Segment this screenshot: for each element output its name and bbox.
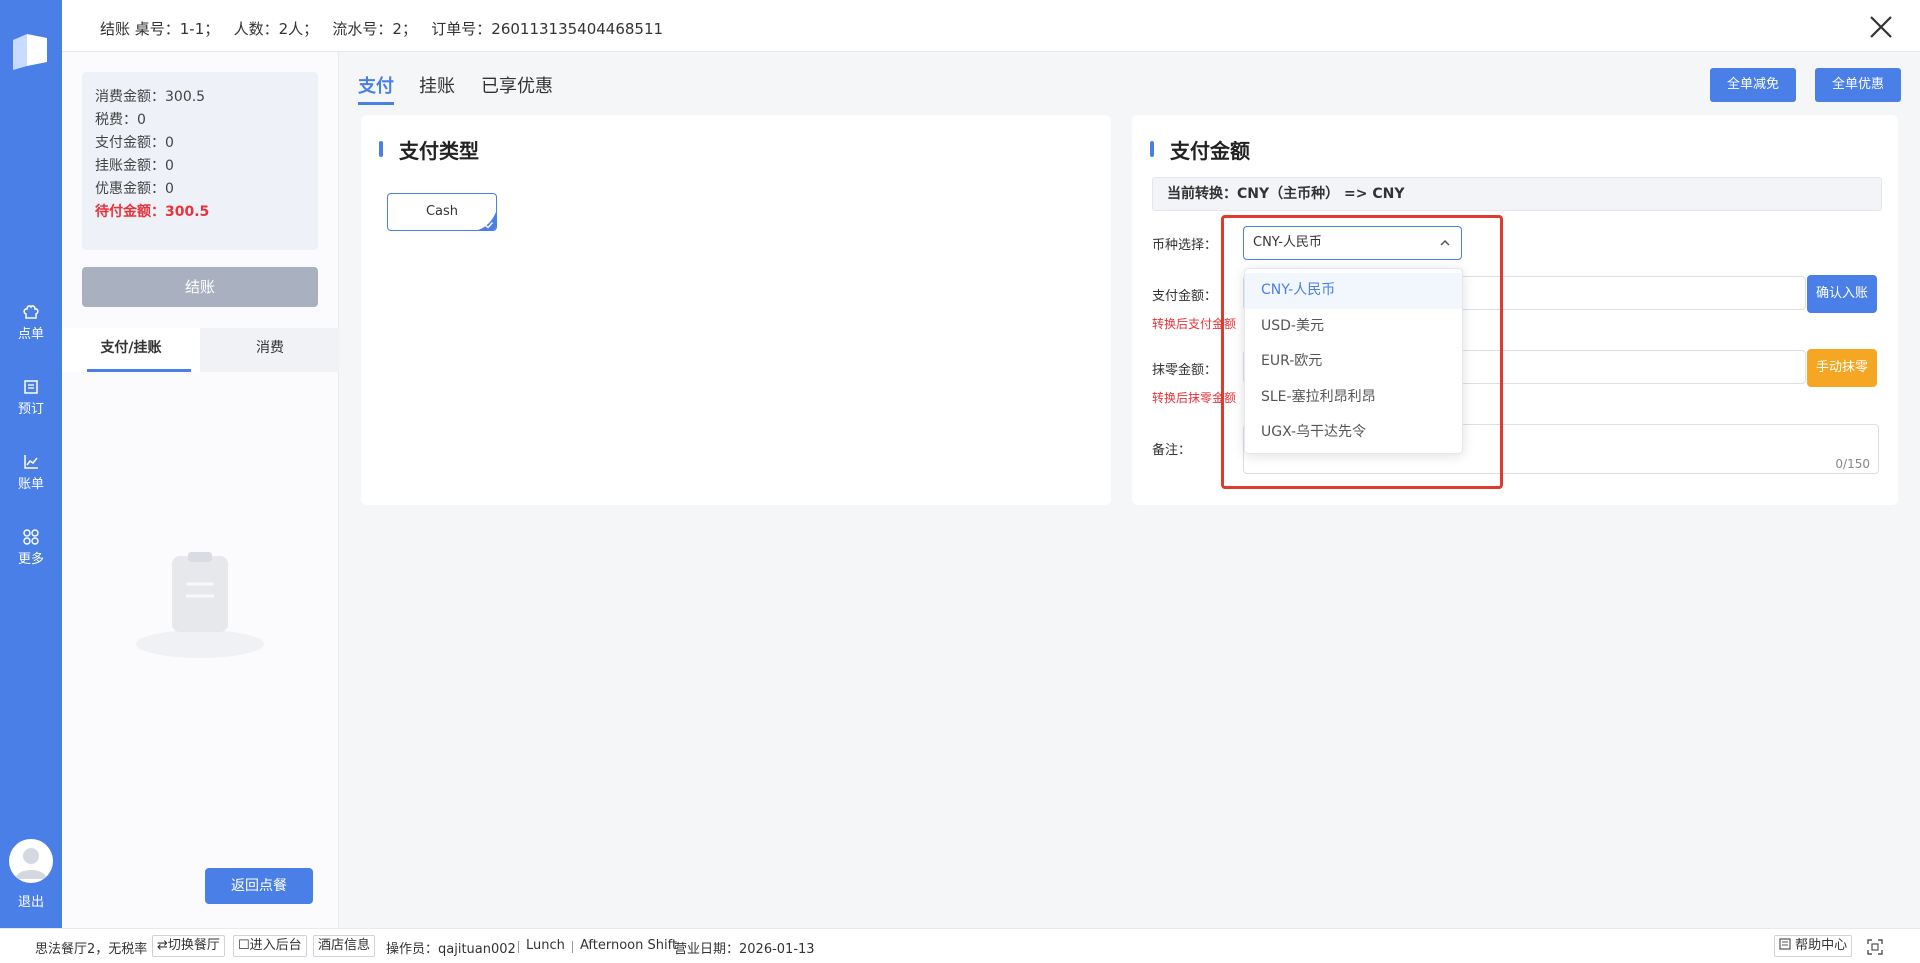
payment-amount-title: 支付金额 [1150,135,1250,164]
switch-restaurant-button[interactable]: ⇄切换餐厅 [152,935,225,957]
highlight-box [1221,215,1503,489]
full-discount-button[interactable]: 全单优惠 [1815,68,1901,102]
divider [518,941,519,953]
amount-summary: 消费金额：300.5 税费：0 支付金额：0 挂账金额：0 优惠金额：0 待付金… [82,72,318,250]
meal-period: Lunch [526,938,565,953]
nav-item-bills[interactable]: 账单 [0,453,62,492]
operator-info: 操作员：qajituan002 [386,942,516,957]
shift-name: Afternoon Shift [580,938,678,953]
currency-label: 币种选择： [1152,238,1218,253]
help-center-label: 帮助中心 [1795,938,1848,953]
restaurant-name: 思法餐厅2，无税率 [35,942,148,957]
status-bar: 思法餐厅2，无税率 ⇄切换餐厅 ☐进入后台 酒店信息 操作员：qajituan0… [0,928,1920,963]
app-logo [13,34,47,70]
on-account-amount: 挂账金额：0 [95,158,174,174]
top-bar: 结账 桌号：1-1； 人数：2人； 流水号：2； 订单号：26011313540… [62,0,1920,52]
due-amount: 待付金额：300.5 [95,204,210,220]
nav-label: 预订 [17,402,44,417]
paid-amount: 支付金额：0 [95,135,174,151]
order-summary-panel: 消费金额：300.5 税费：0 支付金额：0 挂账金额：0 优惠金额：0 待付金… [62,52,339,928]
book-icon [24,380,38,394]
tab-on-account[interactable]: 挂账 [419,72,455,98]
full-reduction-button[interactable]: 全单减免 [1710,68,1796,102]
currency-conversion: 当前转换：CNY（主币种） => CNY [1152,177,1882,211]
note-char-count: 0/150 [1835,457,1870,471]
fullscreen-icon[interactable] [1867,939,1883,955]
user-icon [15,848,47,879]
payment-type-card: 支付类型 Cash [361,115,1111,505]
grid-icon [23,529,39,545]
help-icon [1779,938,1791,950]
help-center-button[interactable]: 帮助中心 [1774,935,1853,957]
tab-payment-account[interactable]: 支付/挂账 [62,328,200,372]
left-nav: 点单 预订 账单 更多 退出 [0,0,62,928]
rounding-label: 抹零金额： [1152,363,1218,378]
enter-backend-button[interactable]: ☐进入后台 [233,935,307,957]
manual-rounding-button[interactable]: 手动抹零 [1807,349,1877,387]
nav-item-more[interactable]: 更多 [0,528,62,567]
side-tabs: 支付/挂账 消费 [62,328,339,372]
consumption-amount: 消费金额：300.5 [95,89,206,105]
tab-consumption[interactable]: 消费 [201,328,339,372]
discount-amount: 优惠金额：0 [95,181,174,197]
payment-option-label: Cash [425,204,459,219]
check-icon [478,212,496,230]
checkout-button[interactable]: 结账 [82,267,318,307]
nav-item-reserve[interactable]: 预订 [0,378,62,417]
payment-option-cash[interactable]: Cash [387,193,497,231]
avatar[interactable] [9,839,53,883]
nav-label: 账单 [17,477,44,492]
back-to-order-button[interactable]: 返回点餐 [205,868,313,904]
empty-clipboard-icon [136,552,264,658]
confirm-entry-button[interactable]: 确认入账 [1807,275,1877,313]
nav-label: 更多 [17,552,44,567]
chef-hat-icon [23,305,39,319]
tab-payment[interactable]: 支付 [358,72,394,105]
nav-item-order[interactable]: 点单 [0,303,62,342]
close-icon[interactable] [1868,14,1894,40]
divider [572,941,573,953]
payment-type-title: 支付类型 [379,135,479,164]
hotel-info-button[interactable]: 酒店信息 [313,935,376,957]
tab-discounts-applied[interactable]: 已享优惠 [481,72,553,98]
note-label: 备注： [1152,443,1192,458]
tax-amount: 税费：0 [95,112,146,128]
order-info: 结账 桌号：1-1； 人数：2人； 流水号：2； 订单号：26011313540… [100,20,664,38]
nav-label: 点单 [17,327,44,342]
business-date: 营业日期：2026-01-13 [674,942,815,957]
logout-button[interactable]: 退出 [0,891,62,910]
amount-label: 支付金额： [1152,289,1218,304]
chart-icon [24,455,38,469]
